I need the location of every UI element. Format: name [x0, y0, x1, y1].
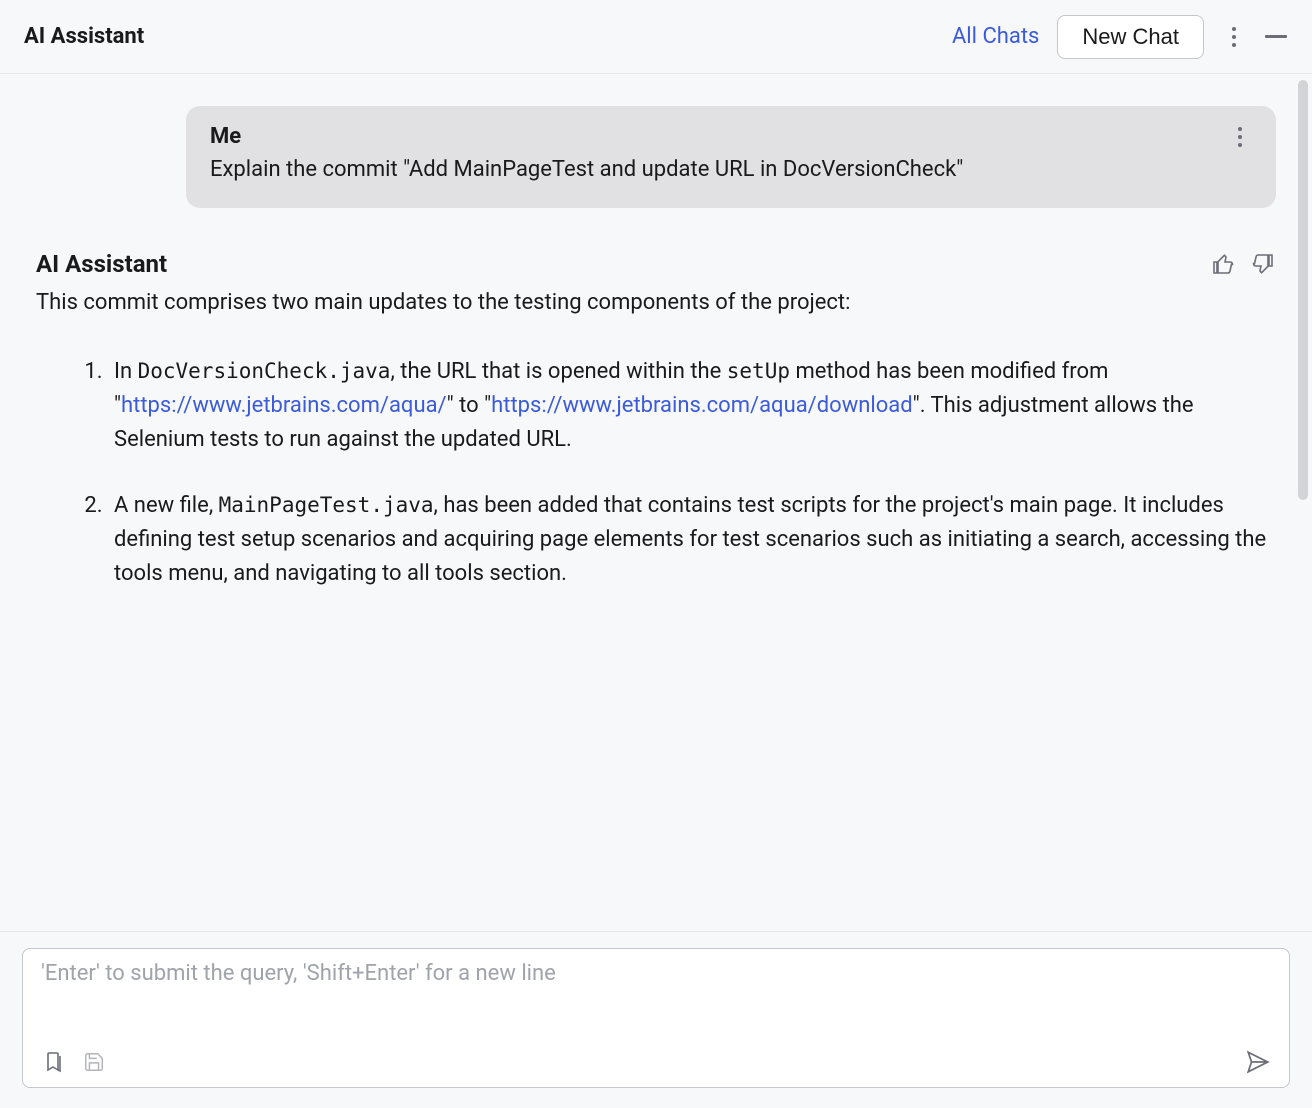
bookmark-button[interactable] [41, 1049, 67, 1075]
scrollbar[interactable] [1298, 80, 1308, 500]
assistant-intro-text: This commit comprises two main updates t… [36, 286, 1276, 319]
more-vertical-icon [1238, 127, 1242, 147]
new-chat-button[interactable]: New Chat [1057, 15, 1204, 59]
panel-title: AI Assistant [24, 24, 952, 49]
chat-input[interactable] [41, 961, 1271, 1049]
thumbs-down-button[interactable] [1250, 251, 1276, 277]
code-span: MainPageTest.java [219, 493, 434, 517]
thumbs-up-button[interactable] [1210, 251, 1236, 277]
code-span: setUp [727, 359, 790, 383]
user-message-more-button[interactable] [1228, 125, 1252, 149]
thumbs-down-icon [1251, 252, 1275, 276]
list-item: In DocVersionCheck.java, the URL that is… [108, 355, 1276, 457]
assistant-sender-label: AI Assistant [36, 250, 167, 278]
assistant-message-header: AI Assistant [36, 250, 1276, 278]
thumbs-up-icon [1211, 252, 1235, 276]
send-button[interactable] [1245, 1049, 1271, 1075]
save-button[interactable] [81, 1049, 107, 1075]
all-chats-link[interactable]: All Chats [952, 24, 1039, 49]
input-area [22, 948, 1290, 1088]
url-link[interactable]: https://www.jetbrains.com/aqua/ [121, 393, 447, 418]
input-toolbar [41, 1049, 1271, 1075]
code-span: DocVersionCheck.java [138, 359, 391, 383]
more-options-button[interactable] [1222, 25, 1246, 49]
more-vertical-icon [1232, 27, 1236, 47]
rating-actions [1210, 251, 1276, 277]
header-actions: All Chats New Chat [952, 15, 1288, 59]
user-message: Me Explain the commit "Add MainPageTest … [186, 106, 1276, 208]
url-link[interactable]: https://www.jetbrains.com/aqua/download [491, 393, 912, 418]
bookmark-icon [42, 1050, 66, 1074]
assistant-message: AI Assistant This commit comprises two m… [36, 250, 1276, 592]
input-divider [0, 931, 1312, 932]
send-icon [1245, 1049, 1271, 1075]
user-message-header: Me [210, 124, 1252, 149]
list-item: A new file, MainPageTest.java, has been … [108, 489, 1276, 591]
minimize-button[interactable] [1264, 25, 1288, 49]
chat-body: Me Explain the commit "Add MainPageTest … [0, 74, 1312, 948]
minimize-icon [1265, 35, 1287, 38]
header: AI Assistant All Chats New Chat [0, 0, 1312, 74]
save-icon [83, 1051, 105, 1073]
user-message-text: Explain the commit "Add MainPageTest and… [210, 155, 1252, 186]
text-span: " to " [447, 393, 492, 418]
user-sender-label: Me [210, 124, 241, 149]
text-span: A new file, [114, 493, 219, 518]
text-span: , the URL that is opened within the [390, 359, 726, 384]
text-span: In [114, 359, 138, 384]
assistant-list: In DocVersionCheck.java, the URL that is… [36, 355, 1276, 592]
